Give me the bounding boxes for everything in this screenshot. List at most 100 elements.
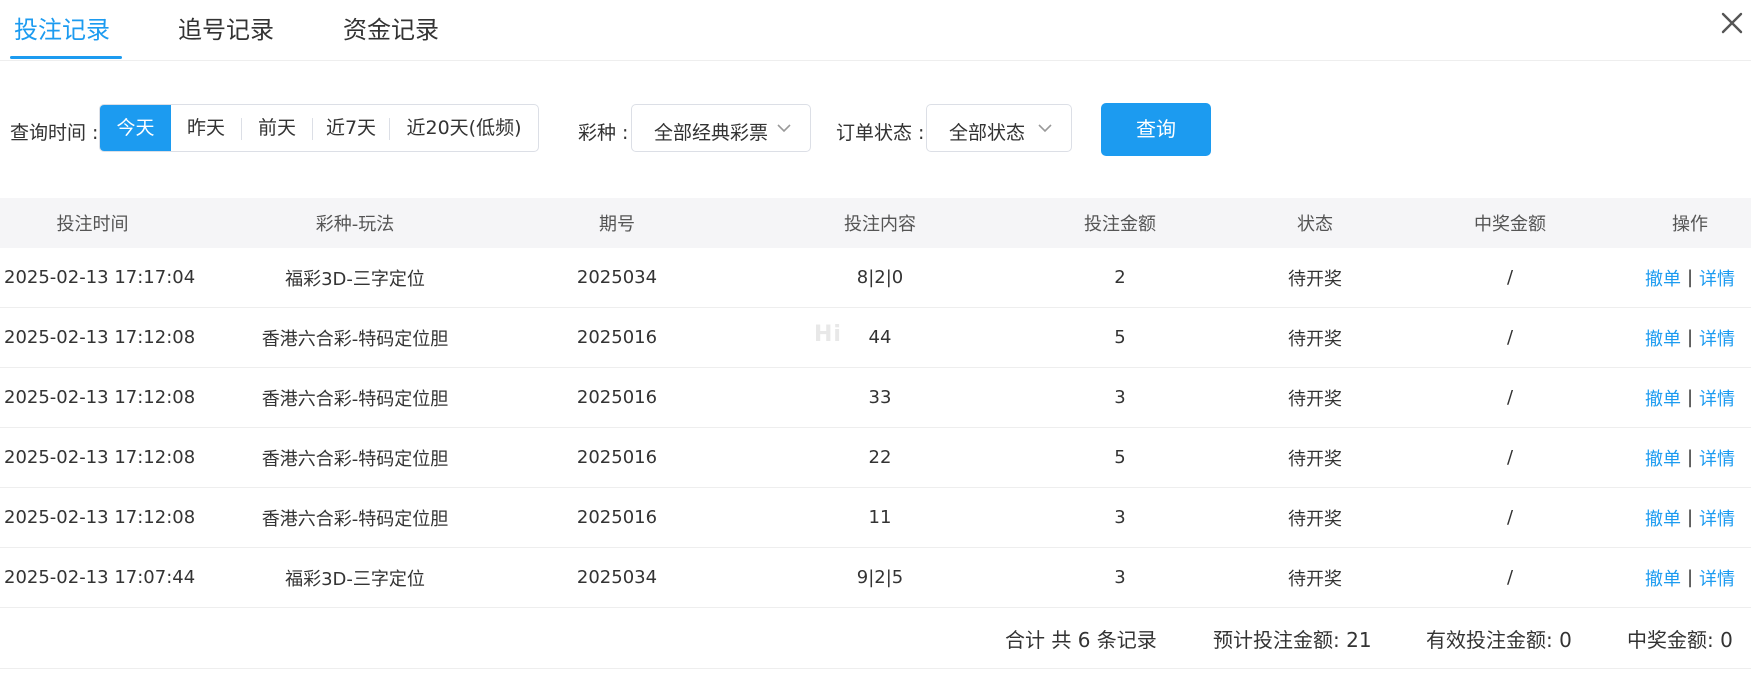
table-row: 2025-02-13 17:12:08 香港六合彩-特码定位胆 2025016 33 3… xyxy=(0,368,1751,428)
query-button[interactable]: 查询 xyxy=(1101,103,1211,156)
cancel-order-link[interactable]: 撤单 xyxy=(1645,265,1681,291)
tab-chase-records[interactable]: 追号记录 xyxy=(178,10,274,45)
column-header: 投注内容 xyxy=(844,214,916,235)
table-row: 2025-02-13 17:17:04 福彩3D-三字定位 2025034 8|2|0… xyxy=(0,248,1751,308)
summary-valid-amount: 有效投注金额: 0 xyxy=(1426,628,1572,652)
cell-prize: / xyxy=(1506,327,1514,348)
cell-actions: 撤单 | 详情 xyxy=(1630,368,1750,427)
cell-prize: / xyxy=(1506,387,1514,408)
cell-bet-content: 8|2|0 xyxy=(856,267,904,288)
cell-bet-time: 2025-02-13 17:12:08 xyxy=(4,507,196,528)
cell-prize: / xyxy=(1506,267,1514,288)
cell-game: 香港六合彩-特码定位胆 xyxy=(261,328,449,350)
cell-bet-time: 2025-02-13 17:07:44 xyxy=(4,567,196,588)
column-header: 投注金额 xyxy=(1084,214,1156,235)
record-tabs: 投注记录 追号记录 资金记录 xyxy=(0,0,1751,61)
cell-period: 2025016 xyxy=(576,387,658,408)
cell-status: 待开奖 xyxy=(1288,388,1342,410)
lottery-label: 彩种 : xyxy=(578,122,629,144)
cell-bet-time: 2025-02-13 17:12:08 xyxy=(4,447,196,468)
cancel-order-link[interactable]: 撤单 xyxy=(1645,385,1681,411)
cell-game: 福彩3D-三字定位 xyxy=(285,268,425,290)
summary-prize-amount: 中奖金额: 0 xyxy=(1627,628,1733,652)
date-option-7-days[interactable]: 近7天 xyxy=(313,105,389,151)
cancel-order-link[interactable]: 撤单 xyxy=(1645,325,1681,351)
table-row: 2025-02-13 17:12:08 香港六合彩-特码定位胆 2025016 11 3… xyxy=(0,488,1751,548)
order-status-select[interactable]: 全部状态 xyxy=(926,104,1072,152)
date-range-selector: 今天 昨天 前天 近7天 近20天(低频) xyxy=(99,104,539,152)
order-status-label: 订单状态 : xyxy=(836,122,925,144)
chevron-down-icon xyxy=(777,124,791,133)
cell-bet-amount: 5 xyxy=(1114,327,1126,348)
table-row: 2025-02-13 17:12:08 香港六合彩-特码定位胆 2025016 44 5… xyxy=(0,308,1751,368)
close-icon[interactable] xyxy=(1717,8,1747,38)
cell-bet-time: 2025-02-13 17:12:08 xyxy=(4,387,196,408)
details-link[interactable]: 详情 xyxy=(1699,445,1735,471)
cancel-order-link[interactable]: 撤单 xyxy=(1645,445,1681,471)
cell-game: 香港六合彩-特码定位胆 xyxy=(261,448,449,470)
summary-total: 合计 共 6 条记录 xyxy=(1005,628,1157,652)
cell-actions: 撤单 | 详情 xyxy=(1630,488,1750,547)
details-link[interactable]: 详情 xyxy=(1699,565,1735,591)
cell-bet-amount: 5 xyxy=(1114,447,1126,468)
lottery-select-value: 全部经典彩票 xyxy=(654,122,769,144)
watermark-logo: Hi xyxy=(814,322,842,347)
table-row: 2025-02-13 17:12:08 香港六合彩-特码定位胆 2025016 22 5… xyxy=(0,428,1751,488)
cell-bet-content: 9|2|5 xyxy=(856,567,904,588)
cell-prize: / xyxy=(1506,507,1514,528)
cell-bet-content: 33 xyxy=(868,387,892,408)
cell-bet-time: 2025-02-13 17:17:04 xyxy=(4,267,196,288)
cell-game: 福彩3D-三字定位 xyxy=(285,568,425,590)
cell-bet-amount: 2 xyxy=(1114,267,1126,288)
cell-game: 香港六合彩-特码定位胆 xyxy=(261,508,449,530)
details-link[interactable]: 详情 xyxy=(1699,385,1735,411)
lottery-select[interactable]: 全部经典彩票 xyxy=(631,104,811,152)
date-option-20-days[interactable]: 近20天(低频) xyxy=(390,105,538,151)
action-separator: | xyxy=(1686,507,1694,528)
tab-bet-records[interactable]: 投注记录 xyxy=(14,10,110,45)
cell-status: 待开奖 xyxy=(1288,568,1342,590)
cell-bet-content: 22 xyxy=(868,447,892,468)
table-header: 投注时间 彩种-玩法 期号 投注内容 投注金额 状态 中奖金额 操作 xyxy=(0,198,1751,248)
details-link[interactable]: 详情 xyxy=(1699,265,1735,291)
cell-bet-content: 11 xyxy=(868,507,892,528)
cell-status: 待开奖 xyxy=(1288,508,1342,530)
table-row: 2025-02-13 17:07:44 福彩3D-三字定位 2025034 9|2|5… xyxy=(0,548,1751,608)
cell-status: 待开奖 xyxy=(1288,328,1342,350)
date-option-day-before[interactable]: 前天 xyxy=(242,105,312,151)
cell-period: 2025016 xyxy=(576,327,658,348)
action-separator: | xyxy=(1686,327,1694,348)
query-time-label: 查询时间 : xyxy=(10,122,99,144)
cell-actions: 撤单 | 详情 xyxy=(1630,308,1750,367)
order-status-select-value: 全部状态 xyxy=(949,122,1026,144)
details-link[interactable]: 详情 xyxy=(1699,505,1735,531)
tab-fund-records[interactable]: 资金记录 xyxy=(343,10,439,45)
cell-period: 2025034 xyxy=(576,567,658,588)
column-header: 彩种-玩法 xyxy=(315,214,395,235)
cell-period: 2025016 xyxy=(576,447,658,468)
cancel-order-link[interactable]: 撤单 xyxy=(1645,505,1681,531)
chevron-down-icon xyxy=(1038,124,1052,133)
summary-bar: 合计 共 6 条记录 预计投注金额: 21 有效投注金额: 0 中奖金额: 0 xyxy=(0,608,1751,669)
action-separator: | xyxy=(1686,567,1694,588)
cell-actions: 撤单 | 详情 xyxy=(1630,428,1750,487)
cancel-order-link[interactable]: 撤单 xyxy=(1645,565,1681,591)
column-header: 状态 xyxy=(1297,214,1333,235)
date-option-yesterday[interactable]: 昨天 xyxy=(171,105,241,151)
cell-bet-amount: 3 xyxy=(1114,507,1126,528)
cell-status: 待开奖 xyxy=(1288,268,1342,290)
active-tab-indicator xyxy=(10,56,122,59)
cell-bet-time: 2025-02-13 17:12:08 xyxy=(4,327,196,348)
date-option-today[interactable]: 今天 xyxy=(100,105,171,151)
cell-period: 2025016 xyxy=(576,507,658,528)
cell-actions: 撤单 | 详情 xyxy=(1630,248,1750,307)
column-header: 操作 xyxy=(1672,214,1708,235)
column-header: 中奖金额 xyxy=(1474,214,1546,235)
action-separator: | xyxy=(1686,447,1694,468)
cell-prize: / xyxy=(1506,447,1514,468)
cell-actions: 撤单 | 详情 xyxy=(1630,548,1750,607)
details-link[interactable]: 详情 xyxy=(1699,325,1735,351)
action-separator: | xyxy=(1686,387,1694,408)
cell-bet-amount: 3 xyxy=(1114,387,1126,408)
summary-expected-amount: 预计投注金额: 21 xyxy=(1213,628,1372,652)
